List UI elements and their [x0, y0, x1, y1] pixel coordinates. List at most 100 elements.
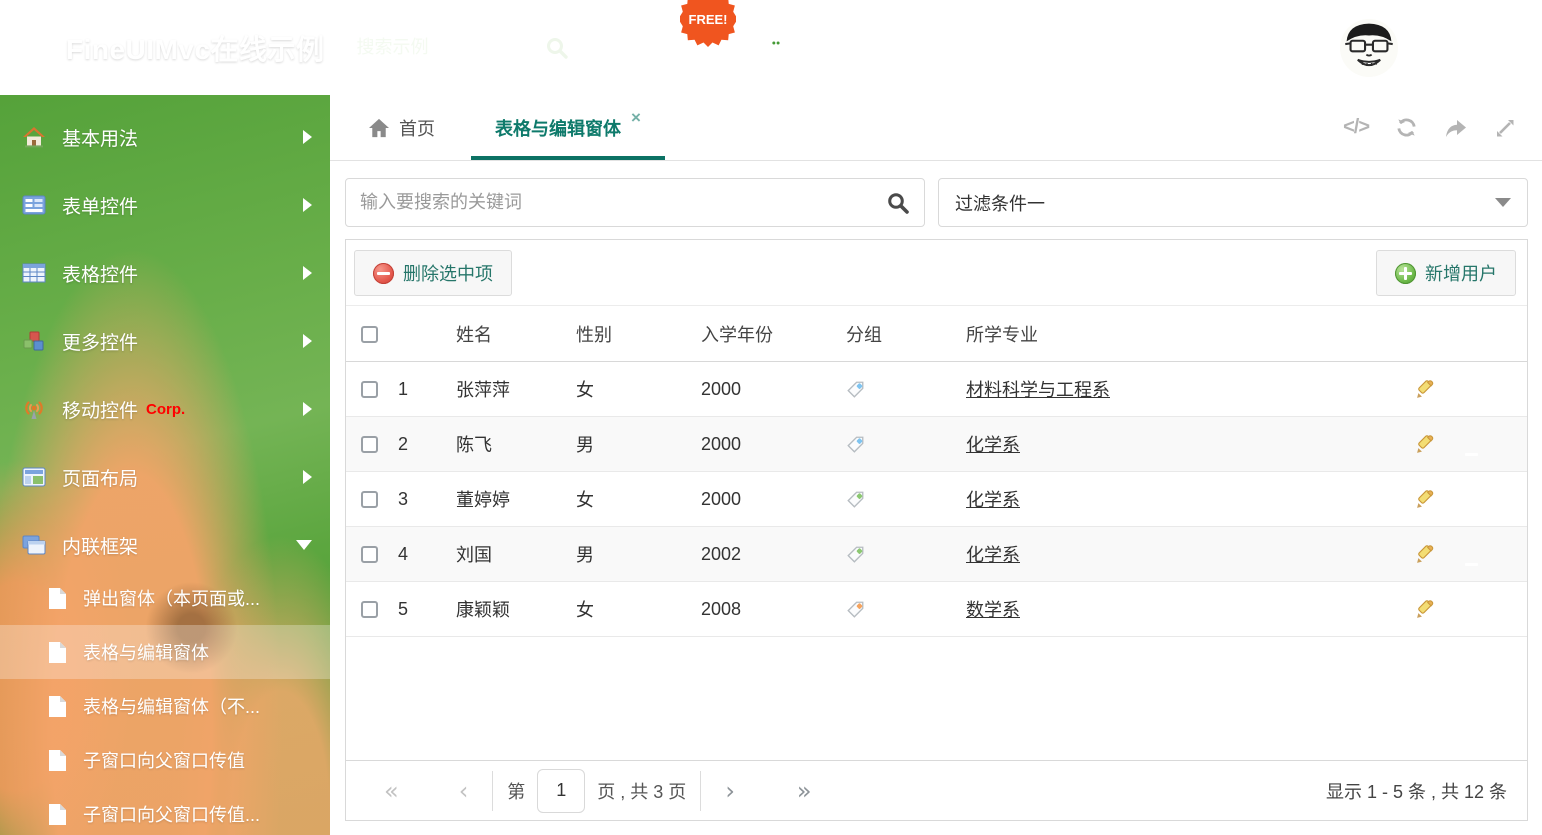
sidebar-item-label: 页面布局	[62, 468, 139, 490]
chevron-down-icon	[1495, 198, 1511, 207]
expand-icon[interactable]	[1494, 117, 1516, 139]
sidebar-item-page-layout[interactable]: 页面布局	[0, 451, 330, 503]
column-header-name[interactable]: 姓名	[456, 305, 576, 362]
page-content: 过滤条件一 删除选中项 新增用户	[330, 161, 1542, 835]
table-row: 4 刘国 男 2002 化学系	[346, 526, 1527, 582]
page-label-suffix: 页 , 共 3 页	[597, 781, 687, 802]
sidebar-item-grid-controls[interactable]: 表格控件	[0, 247, 330, 299]
sidebar-item-form-controls[interactable]: 表单控件	[0, 179, 330, 231]
free-badge: FREE!	[680, 0, 736, 47]
column-header-gender[interactable]: 性别	[576, 305, 701, 362]
share-icon[interactable]	[1444, 117, 1468, 139]
spinner-icon	[1133, 18, 1165, 52]
chevron-right-icon	[303, 266, 312, 280]
major-link[interactable]: 化学系	[966, 545, 1020, 565]
button-label: 新增用户	[1425, 264, 1497, 284]
nav-label: 移动示例	[997, 65, 1065, 84]
download-icon	[751, 18, 785, 52]
major-link[interactable]: 材料科学与工程系	[966, 380, 1110, 400]
nav-item-mobile-demo[interactable]: 移动示例	[972, 0, 1090, 95]
close-icon[interactable]: ×	[631, 108, 641, 128]
row-checkbox[interactable]	[361, 436, 378, 454]
add-user-button[interactable]: 新增用户	[1376, 250, 1516, 296]
user-name: 三生石上	[1412, 39, 1492, 61]
keyword-search-input[interactable]	[360, 192, 886, 213]
nav-item-loading-animation[interactable]: 加载动画	[1090, 0, 1208, 95]
phone-icon	[1021, 18, 1041, 52]
layout-icon	[22, 465, 46, 489]
cell-gender: 男	[576, 416, 701, 472]
edit-icon[interactable]	[1415, 434, 1461, 455]
edit-icon[interactable]	[1415, 379, 1461, 400]
cell-gender: 女	[576, 471, 701, 527]
button-label: 删除选中项	[403, 264, 493, 284]
row-checkbox[interactable]	[361, 491, 378, 509]
keyword-search-box	[345, 178, 925, 227]
row-checkbox[interactable]	[361, 601, 378, 619]
nav-item-enterprise-trial[interactable]: 企业版试用	[847, 0, 972, 95]
user-table: 姓名 性别 入学年份 分组 所学专业 1 张萍萍 女 2000 材料科学与工程系…	[346, 305, 1527, 637]
column-header-year[interactable]: 入学年份	[701, 305, 846, 362]
header-search-input[interactable]	[356, 37, 507, 58]
avatar	[1340, 18, 1398, 77]
sidebar-subitem-label: 子窗口向父窗口传值...	[83, 805, 261, 825]
home-icon[interactable]	[18, 32, 52, 64]
search-icon[interactable]	[886, 191, 910, 215]
column-header-major[interactable]: 所学专业	[966, 305, 1415, 362]
select-all-checkbox[interactable]	[361, 325, 378, 343]
edit-icon[interactable]	[1415, 599, 1461, 620]
minus-circle-icon	[373, 262, 394, 284]
edit-icon[interactable]	[1415, 544, 1461, 565]
table-icon	[22, 261, 46, 285]
tab-grid-edit-window[interactable]: 表格与编辑窗体 ×	[471, 95, 665, 160]
filter-dropdown[interactable]: 过滤条件一	[938, 178, 1528, 227]
row-number: 5	[398, 581, 456, 637]
tab-home[interactable]: 首页	[344, 95, 459, 160]
user-menu[interactable]: 三生石上	[1340, 18, 1516, 77]
chevron-right-icon	[303, 130, 312, 144]
sidebar-subitem-child-to-parent-2[interactable]: 子窗口向父窗口传值...	[0, 787, 330, 835]
sidebar-subitem-grid-edit-window-2[interactable]: 表格与编辑窗体（不...	[0, 679, 330, 733]
source-code-icon[interactable]: </>	[1343, 116, 1370, 139]
sidebar-subitem-grid-edit-window[interactable]: 表格与编辑窗体	[0, 625, 330, 679]
first-page-button[interactable]: «	[374, 777, 409, 805]
sidebar-subitem-child-to-parent[interactable]: 子窗口向父窗口传值	[0, 733, 330, 787]
house-icon	[22, 125, 46, 149]
sidebar-item-iframe[interactable]: 内联框架	[0, 519, 330, 571]
major-link[interactable]: 数学系	[966, 600, 1020, 620]
table-row: 3 董婷婷 女 2000 化学系	[346, 471, 1527, 527]
nav-label: 基础版（免费）	[708, 65, 827, 84]
major-link[interactable]: 化学系	[966, 490, 1020, 510]
cubes-icon	[22, 329, 46, 353]
tag-icon	[846, 600, 966, 619]
row-checkbox[interactable]	[361, 381, 378, 399]
sidebar-subitem-label: 弹出窗体（本页面或...	[83, 589, 261, 609]
refresh-icon[interactable]	[1395, 116, 1418, 139]
major-link[interactable]: 化学系	[966, 435, 1020, 455]
row-checkbox[interactable]	[361, 546, 378, 564]
nav-label: 主题仓库	[1233, 65, 1301, 84]
edit-icon[interactable]	[1415, 489, 1461, 510]
chevron-right-icon	[303, 402, 312, 416]
filter-row: 过滤条件一	[345, 178, 1528, 227]
sidebar-subitem-popup-window[interactable]: 弹出窗体（本页面或...	[0, 571, 330, 625]
main-area: 首页 表格与编辑窗体 × </> 输入要搜索的关键词 过滤条件一 删除选中项 新…	[330, 95, 1542, 835]
home-icon	[368, 118, 390, 138]
sidebar-item-basic-usage[interactable]: 基本用法	[0, 111, 330, 163]
cell-gender: 女	[576, 361, 701, 417]
sidebar-item-more-controls[interactable]: 更多控件	[0, 315, 330, 367]
prev-page-button[interactable]: ‹	[449, 777, 479, 805]
sidebar: 基本用法 表单控件 表格控件 更多控件 移动控件 Corp. 页面布局 内联框架…	[0, 95, 330, 835]
last-page-button[interactable]: »	[787, 777, 822, 805]
next-page-button[interactable]: ›	[715, 777, 745, 805]
column-header-group[interactable]: 分组	[846, 305, 966, 362]
nav-item-theme-store[interactable]: 主题仓库	[1208, 0, 1326, 95]
nav-item-basic-free[interactable]: FREE! 基础版（免费）	[680, 0, 847, 95]
chevron-down-icon	[296, 540, 312, 550]
sidebar-item-mobile-controls[interactable]: 移动控件 Corp.	[0, 383, 330, 435]
page-number-input[interactable]	[537, 768, 586, 813]
sidebar-subitem-label: 表格与编辑窗体（不...	[83, 697, 261, 717]
search-icon[interactable]	[545, 36, 569, 60]
frames-icon	[22, 533, 46, 557]
delete-selected-button[interactable]: 删除选中项	[354, 250, 512, 296]
